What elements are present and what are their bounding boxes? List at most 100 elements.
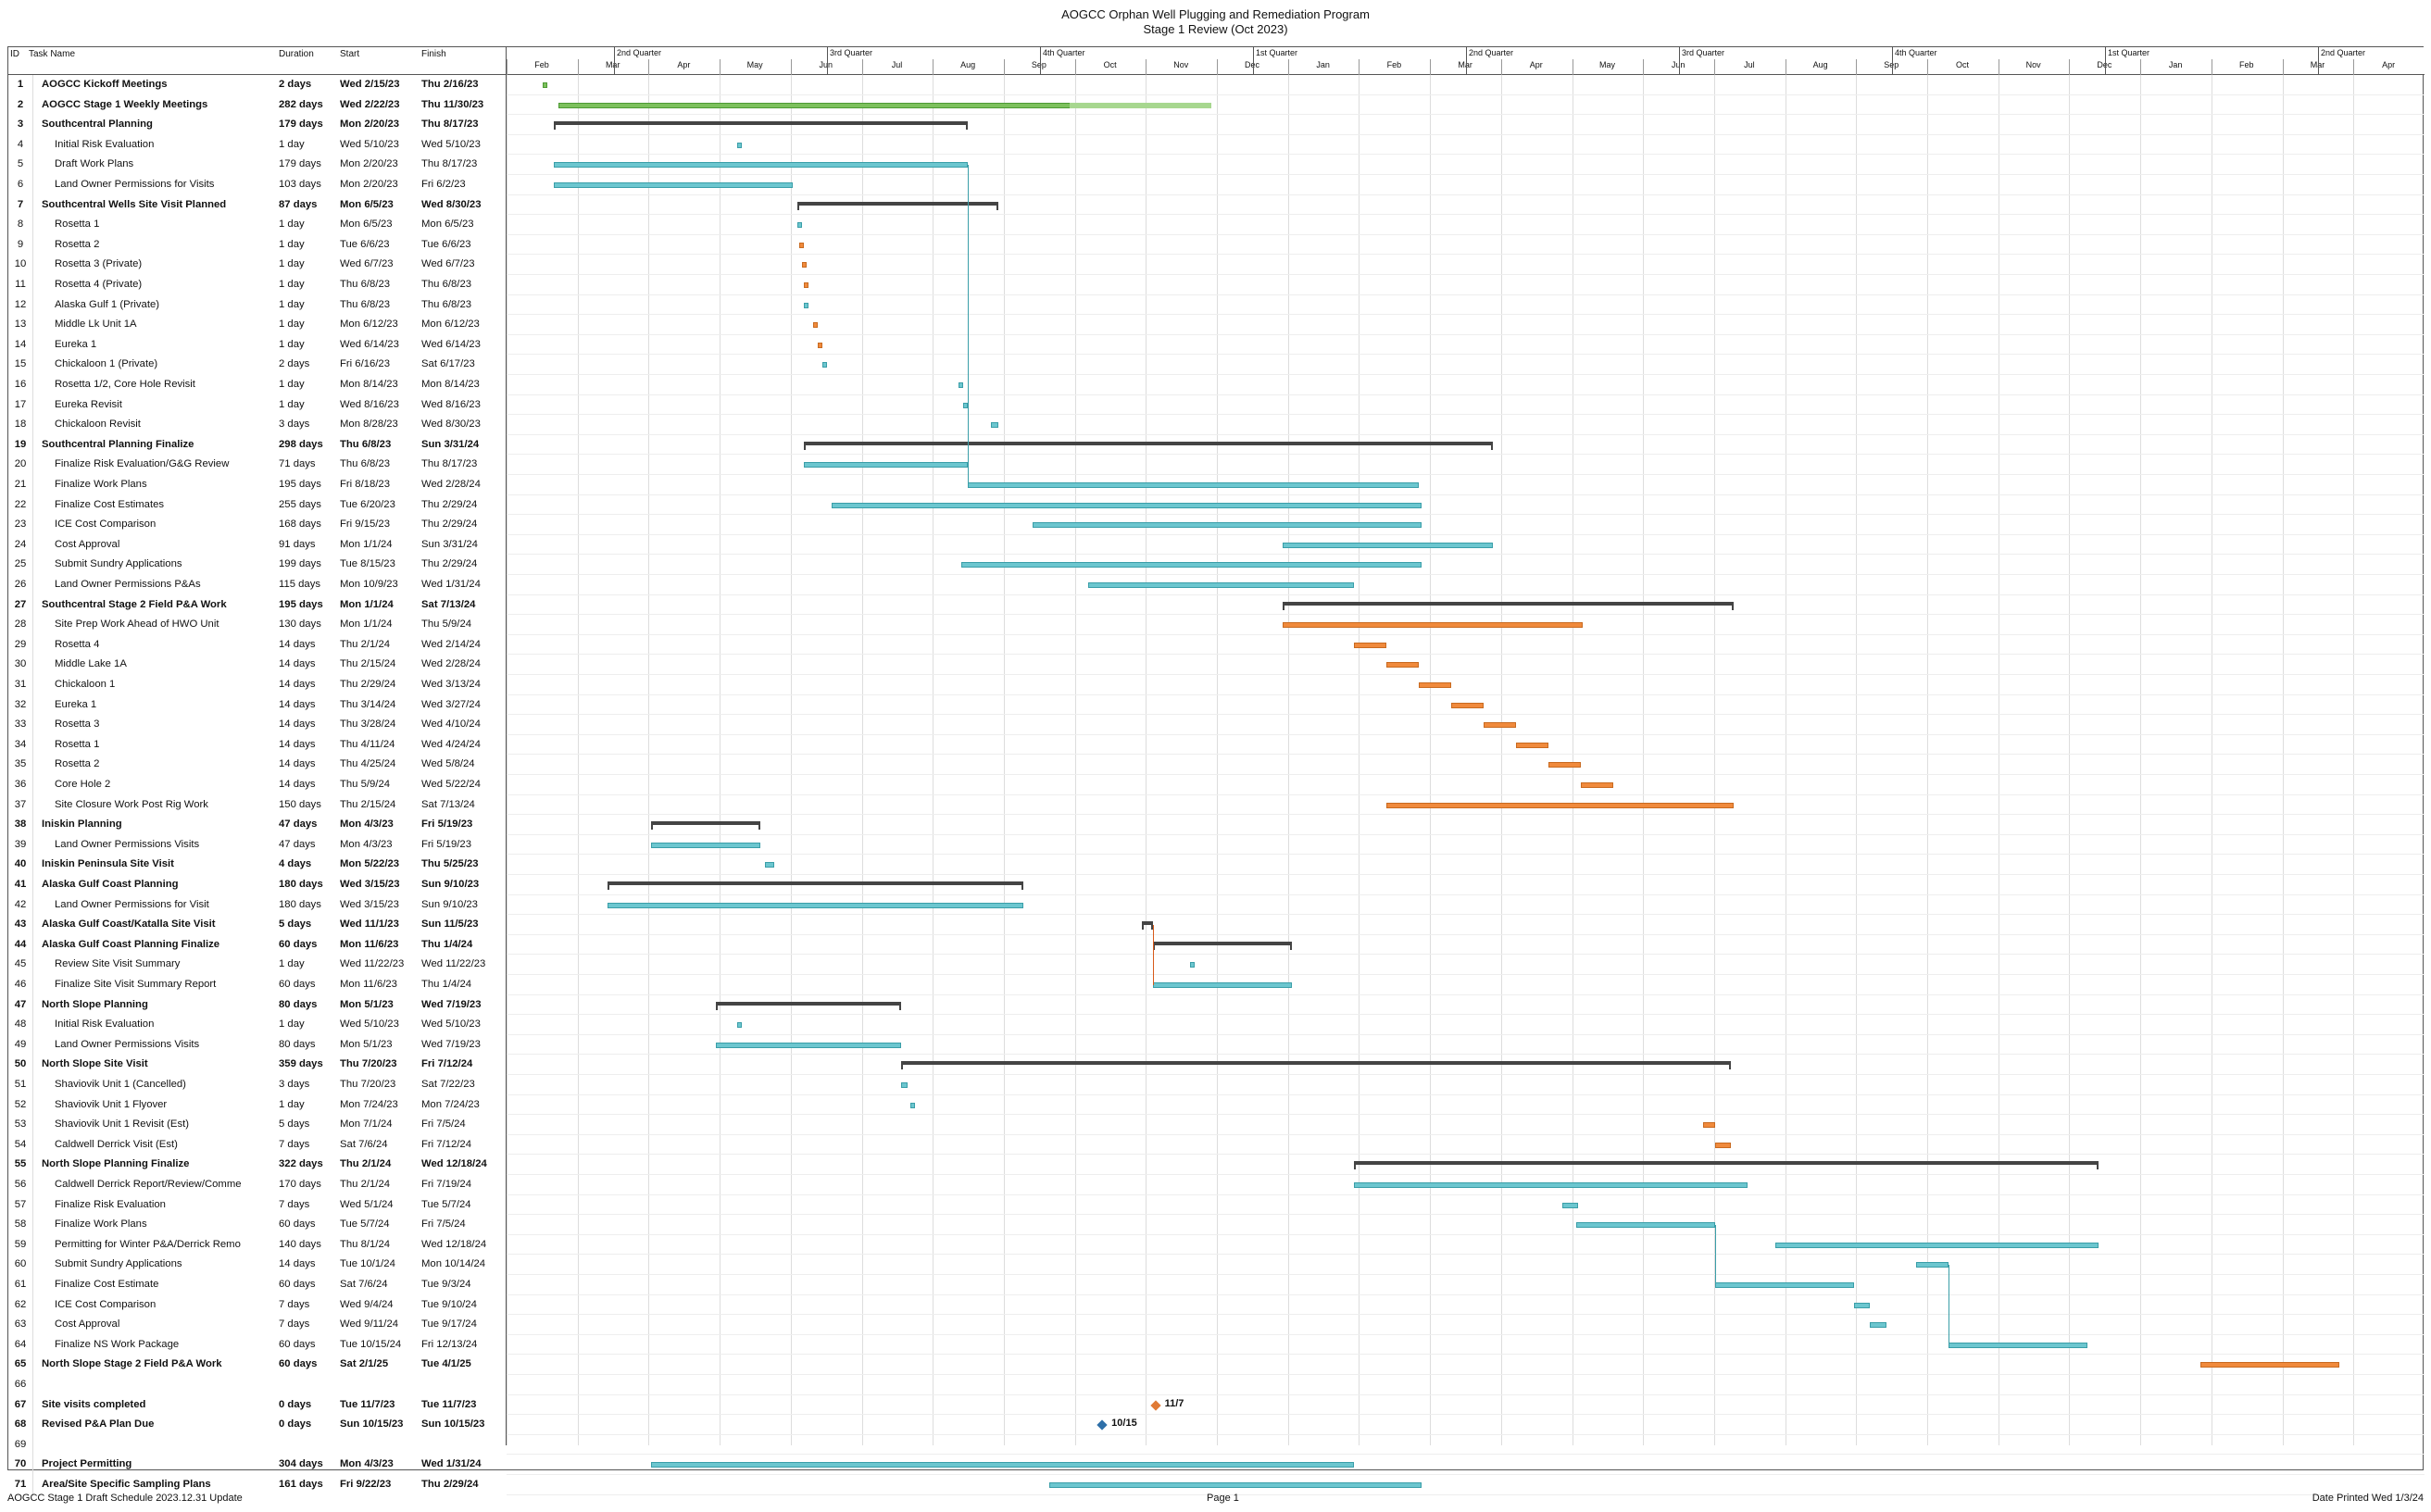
table-row[interactable]: 44 Alaska Gulf Coast Planning Finalize 60 … [8,934,507,956]
critical-task-bar[interactable] [1714,1142,1732,1148]
task-bar[interactable] [1714,1282,1854,1288]
table-row[interactable]: 56 Caldwell Derrick Report/Review/Comme 17… [8,1175,507,1195]
summary-bar[interactable] [804,441,1494,450]
table-row[interactable]: 67 Site visits completed 0 days Tue 11/7/23… [8,1394,507,1416]
task-bar[interactable] [1048,1482,1422,1488]
table-row[interactable]: 55 North Slope Planning Finalize 322 days T… [8,1155,507,1175]
table-row[interactable]: 25 Submit Sundry Applications 199 days Tue … [8,555,507,575]
col-header-name[interactable]: Task Name [29,49,75,59]
table-row[interactable]: 8 Rosetta 1 1 day Mon 6/5/23 Mon 6/5/23 [8,215,507,235]
task-bar[interactable] [1033,522,1422,529]
task-bar[interactable] [651,842,760,848]
task-bar[interactable] [1354,1182,1748,1188]
summary-bar[interactable] [716,1001,901,1010]
critical-task-bar[interactable] [2200,1362,2339,1368]
task-bar[interactable] [1190,962,1196,968]
table-row[interactable]: 20 Finalize Risk Evaluation/G&G Review 71 … [8,455,507,475]
critical-task-bar[interactable] [1354,642,1387,648]
critical-task-bar[interactable] [818,342,823,348]
table-row[interactable]: 32 Eureka 1 14 days Thu 3/14/24 Wed 3/27/24 [8,694,507,716]
task-bar[interactable] [736,142,742,148]
task-bar[interactable] [1575,1222,1715,1229]
col-header-id[interactable]: ID [10,49,19,59]
table-row[interactable]: 64 Finalize NS Work Package 60 days Tue 10/… [8,1334,507,1356]
table-row[interactable]: 21 Finalize Work Plans 195 days Fri 8/18/23… [8,475,507,495]
task-bar[interactable] [968,482,1420,488]
table-row[interactable]: 41 Alaska Gulf Coast Planning 180 days Wed … [8,875,507,895]
table-row[interactable]: 28 Site Prep Work Ahead of HWO Unit 130 da… [8,615,507,635]
table-row[interactable]: 45 Review Site Visit Summary 1 day Wed 11/2… [8,955,507,975]
critical-task-bar[interactable] [1419,682,1452,688]
table-row[interactable]: 49 Land Owner Permissions Visits 80 days Mo… [8,1034,507,1056]
table-row[interactable]: 2 AOGCC Stage 1 Weekly Meetings 282 days We… [8,94,507,116]
critical-task-bar[interactable] [1386,662,1420,669]
task-bar[interactable] [1774,1242,2099,1248]
task-bar[interactable] [796,222,802,229]
task-bar[interactable] [1562,1202,1579,1208]
table-row[interactable]: 16 Rosetta 1/2, Core Hole Revisit 1 day Mon… [8,375,507,395]
table-row[interactable]: 18 Chickaloon Revisit 3 days Mon 8/28/23 Wed… [8,415,507,435]
summary-bar[interactable] [1141,921,1154,931]
table-row[interactable]: 27 Southcentral Stage 2 Field P&A Work 195… [8,594,507,616]
table-row[interactable]: 13 Middle Lk Unit 1A 1 day Mon 6/12/23 Mon 6… [8,315,507,335]
summary-bar[interactable] [607,881,1024,890]
summary-bar[interactable] [1354,1161,2099,1170]
summary-bar[interactable] [1282,601,1734,610]
table-row[interactable]: 48 Initial Risk Evaluation 1 day Wed 5/10/2… [8,1015,507,1035]
table-row[interactable]: 26 Land Owner Permissions P&As 115 days Mon… [8,575,507,595]
task-bar[interactable] [991,422,998,429]
task-bar[interactable] [909,1102,915,1108]
table-row[interactable]: 46 Finalize Site Visit Summary Report 60 d… [8,975,507,995]
table-row[interactable]: 51 Shaviovik Unit 1 (Cancelled) 3 days Thu … [8,1075,507,1095]
task-bar[interactable] [764,862,774,868]
table-row[interactable]: 5 Draft Work Plans 179 days Mon 2/20/23 Thu … [8,155,507,175]
critical-task-bar[interactable] [1516,742,1549,748]
col-header-finish[interactable]: Finish [421,49,446,59]
task-bar[interactable] [1282,542,1494,548]
table-row[interactable]: 24 Cost Approval 91 days Mon 1/1/24 Sun 3/31… [8,534,507,556]
table-row[interactable]: 62 ICE Cost Comparison 7 days Wed 9/4/24 Tue… [8,1294,507,1316]
table-row[interactable]: 3 Southcentral Planning 179 days Mon 2/20/2… [8,115,507,135]
table-row[interactable]: 29 Rosetta 4 14 days Thu 2/1/24 Wed 2/14/24 [8,634,507,656]
table-row[interactable]: 15 Chickaloon 1 (Private) 2 days Fri 6/16/2… [8,355,507,375]
table-row[interactable]: 33 Rosetta 3 14 days Thu 3/28/24 Wed 4/10/24 [8,715,507,735]
table-row[interactable]: 68 Revised P&A Plan Due 0 days Sun 10/15/23… [8,1415,507,1435]
task-bar[interactable] [960,562,1422,569]
task-bar[interactable] [736,1022,742,1029]
task-bar[interactable] [959,382,964,388]
task-bar[interactable] [607,902,1024,908]
task-bar[interactable] [832,502,1422,508]
table-row[interactable]: 23 ICE Cost Comparison 168 days Fri 9/15/23… [8,515,507,535]
task-bar[interactable] [804,462,969,469]
table-row[interactable]: 30 Middle Lake 1A 14 days Thu 2/15/24 Wed 2/… [8,655,507,675]
table-row[interactable]: 61 Finalize Cost Estimate 60 days Sat 7/6/2… [8,1275,507,1295]
task-bar[interactable] [1153,982,1292,988]
table-row[interactable]: 6 Land Owner Permissions for Visits 103 da… [8,175,507,195]
table-row[interactable]: 57 Finalize Risk Evaluation 7 days Wed 5/1/… [8,1194,507,1216]
table-row[interactable]: 11 Rosetta 4 (Private) 1 day Thu 6/8/23 Thu … [8,275,507,295]
critical-task-bar[interactable] [1580,782,1613,788]
table-row[interactable]: 53 Shaviovik Unit 1 Revisit (Est) 5 days Mo… [8,1115,507,1135]
task-bar[interactable] [1853,1302,1871,1308]
critical-task-bar[interactable] [1548,762,1581,768]
task-bar[interactable] [554,162,969,169]
table-row[interactable]: 10 Rosetta 3 (Private) 1 day Wed 6/7/23 Wed … [8,255,507,275]
table-row[interactable]: 40 Iniskin Peninsula Site Visit 4 days Mon … [8,855,507,875]
critical-task-bar[interactable] [1451,702,1485,708]
table-row[interactable]: 7 Southcentral Wells Site Visit Planned 87… [8,194,507,216]
table-row[interactable]: 50 North Slope Site Visit 359 days Thu 7/20… [8,1055,507,1075]
table-row[interactable]: 1 AOGCC Kickoff Meetings 2 days Wed 2/15/23… [8,75,507,95]
table-row[interactable]: 58 Finalize Work Plans 60 days Tue 5/7/24 Fr… [8,1215,507,1235]
table-row[interactable]: 37 Site Closure Work Post Rig Work 150 day… [8,794,507,816]
table-row[interactable]: 42 Land Owner Permissions for Visit 180 da… [8,894,507,916]
table-row[interactable]: 12 Alaska Gulf 1 (Private) 1 day Thu 6/8/23… [8,294,507,316]
summary-bar[interactable] [900,1061,1732,1070]
task-bar[interactable] [651,1462,1355,1468]
table-row[interactable]: 65 North Slope Stage 2 Field P&A Work 60 d… [8,1355,507,1375]
task-bar[interactable] [1948,1342,2087,1348]
table-row[interactable]: 19 Southcentral Planning Finalize 298 days… [8,434,507,456]
task-bar[interactable] [804,302,809,308]
table-row[interactable]: 47 North Slope Planning 80 days Mon 5/1/23 W… [8,994,507,1016]
table-row[interactable]: 9 Rosetta 2 1 day Tue 6/6/23 Tue 6/6/23 [8,234,507,256]
critical-task-bar[interactable] [804,282,809,288]
